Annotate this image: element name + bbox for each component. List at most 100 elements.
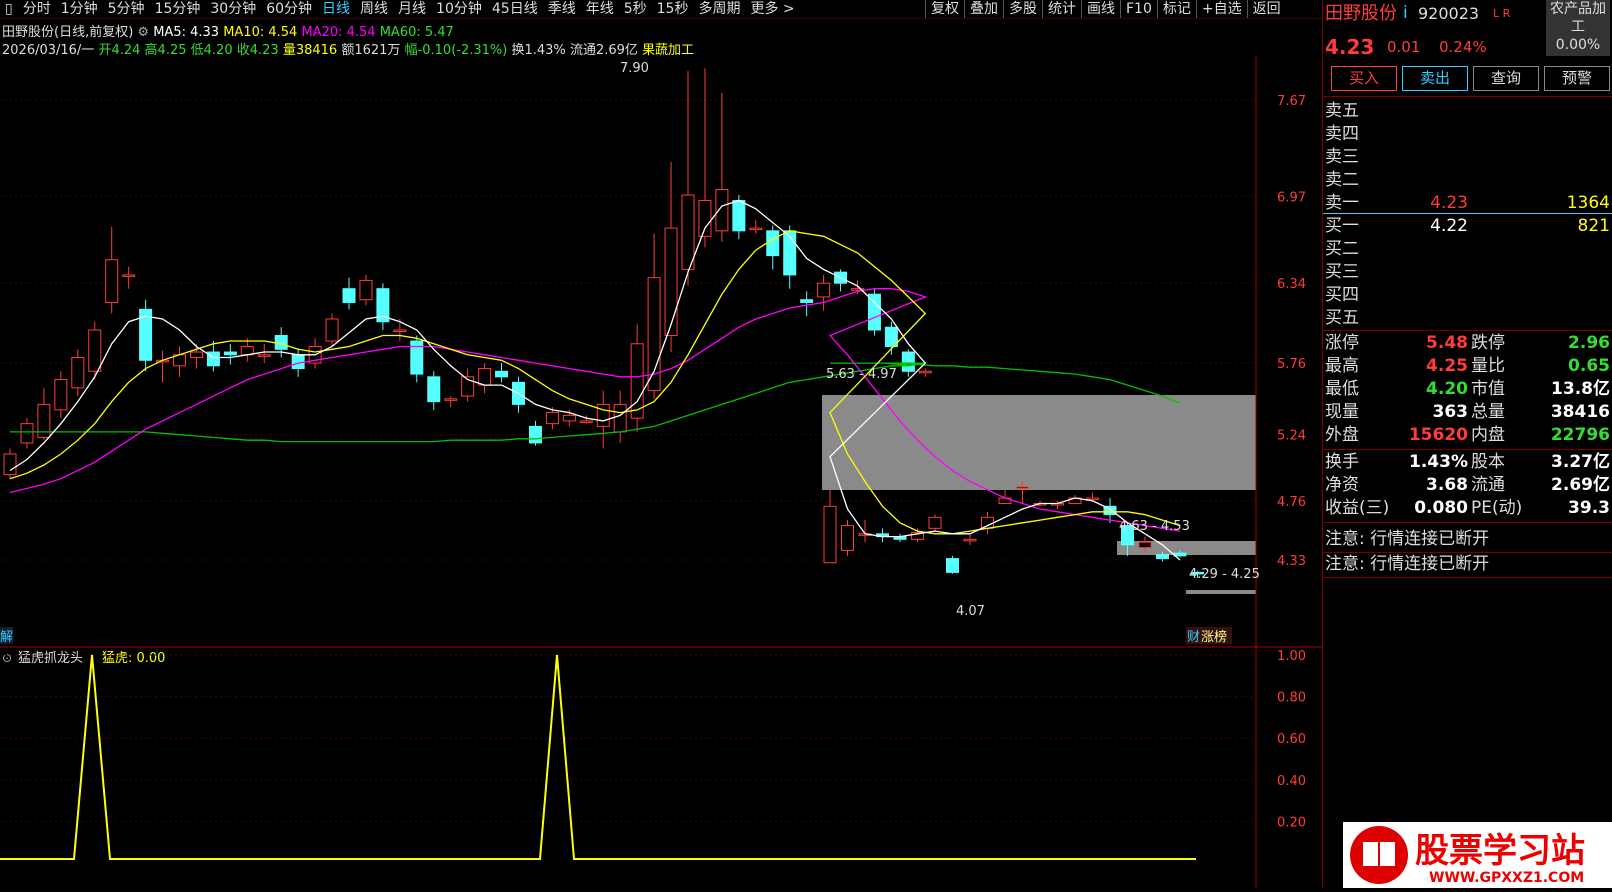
stats-l1: 现量	[1325, 402, 1359, 422]
zhangbang-label[interactable]: 涨榜	[1201, 629, 1227, 645]
candle-26	[444, 396, 458, 408]
price-annotation-2: 4.63 - 4.53	[1119, 519, 1190, 534]
y-tick-6: 4.33	[1277, 554, 1306, 569]
level-label: 买一	[1325, 216, 1359, 236]
sell-button[interactable]: 卖出	[1402, 66, 1468, 91]
y-tick-1: 6.97	[1277, 190, 1306, 205]
tool-button-3[interactable]: 统计	[1042, 0, 1081, 18]
ask-row-1[interactable]: 卖四	[1323, 123, 1612, 146]
period-tab-9[interactable]: 10分钟	[431, 0, 487, 18]
notice-text: 注意: 行情连接已断开	[1325, 529, 1490, 549]
bid-row-2[interactable]: 买三	[1323, 261, 1612, 284]
candle-19	[325, 313, 339, 347]
ma10-label: MA10: 4.54	[223, 25, 298, 40]
period-tab-12[interactable]: 年线	[581, 0, 619, 18]
candle-48	[817, 274, 831, 311]
tool-button-7[interactable]: +自选	[1195, 0, 1247, 18]
fin-row-1: 净资 3.68 流通 2.69亿	[1323, 474, 1612, 497]
stock-code: 920023	[1418, 4, 1480, 23]
bid-row-0[interactable]: 买一 4.22 821	[1323, 215, 1612, 238]
period-tab-7[interactable]: 周线	[355, 0, 393, 18]
tool-button-8[interactable]: 返回	[1246, 0, 1286, 18]
period-tab-13[interactable]: 5秒	[619, 0, 652, 18]
period-tab-6[interactable]: 日线	[317, 0, 355, 18]
tool-button-5[interactable]: F10	[1120, 0, 1157, 18]
period-tab-4[interactable]: 30分钟	[205, 0, 261, 18]
candle-4	[71, 349, 85, 397]
candle-51	[867, 288, 881, 336]
stats-l2: 跌停	[1471, 333, 1505, 353]
stats-row-2: 最低 4.20 市值 13.8亿	[1323, 378, 1612, 401]
stats-v1: 363	[1432, 402, 1469, 422]
period-tab-10[interactable]: 45日线	[487, 0, 543, 18]
price-chart[interactable]: 7.67 6.97 6.34 5.76 5.24 4.76 4.33 7.90 5.63 - …	[0, 55, 1322, 888]
price-annotation-1: 5.63 - 4.97	[826, 367, 897, 382]
stock-name: 田野股份	[1325, 3, 1397, 24]
settings-icon[interactable]: ⚙	[137, 25, 149, 40]
period-tab-1[interactable]: 1分钟	[56, 0, 103, 18]
bid-row-4[interactable]: 买五	[1323, 307, 1612, 330]
period-tab-16[interactable]: 更多 >	[745, 0, 799, 18]
bid-row-1[interactable]: 买二	[1323, 238, 1612, 261]
ask-row-4[interactable]: 卖一 4.23 1364	[1323, 192, 1612, 215]
fin-v2: 3.27亿	[1551, 452, 1610, 472]
level-label: 买四	[1325, 285, 1359, 305]
stats-l2: 市值	[1471, 379, 1505, 399]
candle-0	[3, 448, 17, 479]
period-tab-0[interactable]: 分时	[18, 0, 56, 18]
stats-v1: 4.25	[1426, 356, 1468, 376]
stats-row-3: 现量 363 总量 38416	[1323, 401, 1612, 424]
level-price: 4.23	[1430, 193, 1468, 213]
query-button[interactable]: 查询	[1473, 66, 1539, 91]
bid-row-3[interactable]: 买四	[1323, 284, 1612, 307]
period-tab-3[interactable]: 15分钟	[150, 0, 206, 18]
ind-y-tick-1: 0.80	[1277, 691, 1306, 706]
candle-42	[715, 93, 729, 242]
ask-row-0[interactable]: 卖五	[1323, 100, 1612, 123]
period-tab-2[interactable]: 5分钟	[103, 0, 150, 18]
fin-l1: 收益(三)	[1325, 498, 1390, 518]
tool-button-2[interactable]: 多股	[1003, 0, 1042, 18]
zone-box-3	[1186, 590, 1256, 594]
ask-row-3[interactable]: 卖二	[1323, 169, 1612, 192]
indicator-toggle-icon[interactable]: ⊙	[2, 651, 12, 665]
info-icon[interactable]: i	[1403, 2, 1408, 25]
tool-button-0[interactable]: 复权	[925, 0, 964, 18]
stats-row-1: 最高 4.25 量比 0.65	[1323, 355, 1612, 378]
indicator-line	[0, 654, 1196, 860]
stats-v1: 4.20	[1426, 379, 1468, 399]
candle-22	[376, 283, 390, 330]
price-annotation-0: 7.90	[620, 61, 649, 76]
cai-label[interactable]: 财	[1187, 630, 1200, 645]
price-change: 0.01	[1387, 38, 1421, 56]
jie-label[interactable]: 解	[0, 630, 13, 645]
period-tab-15[interactable]: 多周期	[693, 0, 745, 18]
watermark: 股票学习站 WWW.GPXXZ1.COM	[1343, 822, 1612, 888]
period-tab-14[interactable]: 15秒	[652, 0, 694, 18]
stats-l1: 涨停	[1325, 333, 1359, 353]
y-tick-4: 5.24	[1277, 429, 1306, 444]
notice-row-0: 注意: 行情连接已断开	[1323, 528, 1612, 551]
stats-v2: 22796	[1550, 425, 1610, 445]
tool-toolbar: 复权 叠加 多股 统计 画线 F10 标记 +自选 返回	[925, 0, 1286, 18]
ma60-label: MA60: 5.47	[379, 25, 454, 40]
candle-58	[876, 528, 889, 543]
period-tab-5[interactable]: 60分钟	[261, 0, 317, 18]
alert-button[interactable]: 预警	[1544, 66, 1610, 91]
candle-45	[766, 225, 780, 270]
stats-v2: 2.96	[1568, 333, 1610, 353]
stats-l1: 最低	[1325, 379, 1359, 399]
fin-v2: 39.3	[1568, 498, 1610, 518]
stats-row-0: 涨停 5.48 跌停 2.96	[1323, 332, 1612, 355]
level-price: 4.22	[1430, 216, 1468, 236]
buy-button[interactable]: 买入	[1331, 66, 1397, 91]
menu-icon[interactable]: ▯	[0, 0, 18, 18]
period-tab-8[interactable]: 月线	[393, 0, 431, 18]
tool-button-1[interactable]: 叠加	[964, 0, 1003, 18]
ask-row-2[interactable]: 卖三	[1323, 146, 1612, 169]
candle-41	[698, 68, 712, 248]
tool-button-6[interactable]: 标记	[1156, 0, 1196, 18]
tool-button-4[interactable]: 画线	[1081, 0, 1120, 18]
period-tab-11[interactable]: 季线	[543, 0, 581, 18]
candle-14	[240, 338, 254, 362]
